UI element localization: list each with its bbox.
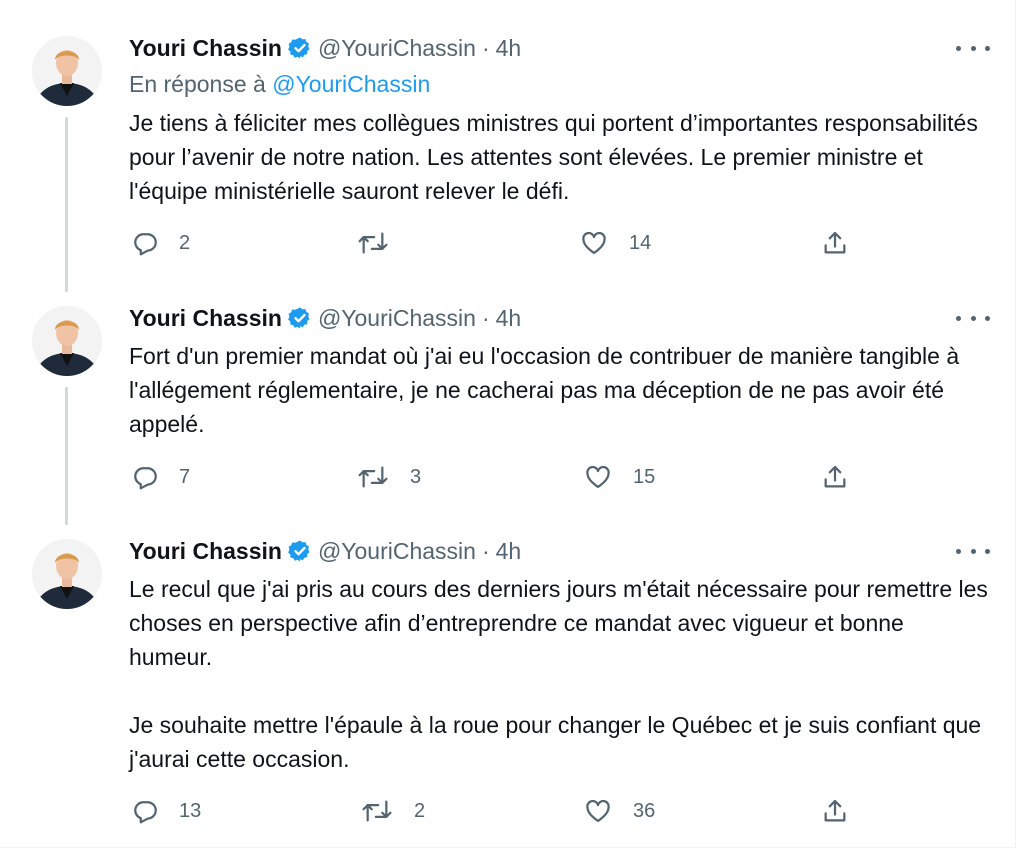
reply-context: En réponse à @YouriChassin [129, 70, 430, 98]
avatar[interactable] [32, 306, 102, 376]
avatar[interactable] [32, 539, 102, 609]
share-icon [824, 799, 846, 822]
avatar[interactable] [32, 36, 102, 106]
author-handle[interactable]: @YouriChassin [318, 34, 476, 62]
reply-count: 13 [179, 799, 202, 822]
tweet-paragraph: Je souhaite mettre l'épaule à la roue po… [129, 712, 982, 772]
like-button[interactable]: 14 [579, 228, 651, 258]
retweet-button[interactable] [356, 228, 410, 258]
author-handle[interactable]: @YouriChassin [318, 537, 476, 565]
tweet[interactable]: Youri Chassin @YouriChassin · 4h Le recu… [0, 535, 1016, 835]
share-icon [824, 465, 846, 488]
author-name[interactable]: Youri Chassin [129, 34, 282, 62]
reply-count: 2 [179, 231, 191, 254]
tweet-paragraph: Je tiens à féliciter mes collègues minis… [129, 110, 978, 204]
avatar-photo [32, 36, 102, 106]
tweet-text: Je tiens à féliciter mes collègues minis… [129, 106, 989, 208]
reply-mention-link[interactable]: @YouriChassin [272, 71, 430, 97]
author-handle[interactable]: @YouriChassin [318, 304, 476, 332]
verified-badge-icon [288, 540, 310, 562]
retweet-icon [358, 466, 388, 488]
retweet-count: 2 [414, 799, 426, 822]
tweet-text: Fort d'un premier mandat où j'ai eu l'oc… [129, 339, 989, 441]
avatar-photo [32, 539, 102, 609]
retweet-button[interactable]: 3 [356, 462, 421, 492]
tweet-paragraph: Fort d'un premier mandat où j'ai eu l'oc… [129, 343, 960, 437]
tweet-header: Youri Chassin @YouriChassin · 4h [129, 304, 521, 332]
retweet-count: 3 [410, 465, 422, 488]
like-count: 15 [633, 465, 656, 488]
separator-dot: · [481, 538, 490, 564]
tweet-actions: 13 2 36 [0, 796, 1016, 826]
retweet-button[interactable]: 2 [360, 796, 425, 826]
thread-line [65, 387, 68, 525]
reply-button[interactable]: 7 [131, 462, 190, 492]
separator-dot: · [481, 305, 490, 331]
timestamp[interactable]: 4h [496, 537, 522, 565]
tweet-actions: 7 3 15 [0, 462, 1016, 492]
retweet-icon [362, 800, 392, 822]
share-button[interactable] [820, 462, 850, 492]
thread-line [65, 117, 68, 292]
reply-icon [134, 801, 157, 824]
like-icon [586, 799, 610, 823]
verified-badge-icon [288, 307, 310, 329]
timestamp[interactable]: 4h [496, 304, 522, 332]
tweet-header: Youri Chassin @YouriChassin · 4h [129, 34, 521, 62]
reply-button[interactable]: 2 [131, 228, 190, 258]
like-button[interactable]: 15 [583, 462, 655, 492]
author-name[interactable]: Youri Chassin [129, 537, 282, 565]
tweet-actions: 2 14 [0, 228, 1016, 258]
retweet-icon [358, 232, 388, 254]
more-icon[interactable] [956, 38, 990, 58]
reply-prefix: En réponse à [129, 71, 266, 97]
share-button[interactable] [820, 796, 850, 826]
tweet[interactable]: Youri Chassin @YouriChassin · 4h En répo… [0, 32, 1016, 292]
separator-dot: · [481, 35, 490, 61]
like-icon [586, 465, 610, 489]
tweet[interactable]: Youri Chassin @YouriChassin · 4h Fort d'… [0, 302, 1016, 525]
tweet-paragraph: Le recul que j'ai pris au cours des dern… [129, 576, 988, 670]
more-icon[interactable] [956, 541, 990, 561]
reply-button[interactable]: 13 [131, 796, 201, 826]
like-button[interactable]: 36 [583, 796, 655, 826]
tweet-text: Le recul que j'ai pris au cours des dern… [129, 572, 989, 776]
share-button[interactable] [820, 228, 850, 258]
like-count: 36 [633, 799, 656, 822]
more-icon[interactable] [956, 308, 990, 328]
author-name[interactable]: Youri Chassin [129, 304, 282, 332]
reply-icon [134, 233, 157, 256]
like-count: 14 [629, 231, 652, 254]
share-icon [824, 231, 846, 254]
verified-badge-icon [288, 37, 310, 59]
reply-count: 7 [179, 465, 191, 488]
tweet-header: Youri Chassin @YouriChassin · 4h [129, 537, 521, 565]
like-icon [582, 231, 606, 255]
reply-icon [134, 467, 157, 490]
thread-timeline: Youri Chassin @YouriChassin · 4h En répo… [0, 0, 1016, 848]
avatar-photo [32, 306, 102, 376]
timestamp[interactable]: 4h [496, 34, 522, 62]
